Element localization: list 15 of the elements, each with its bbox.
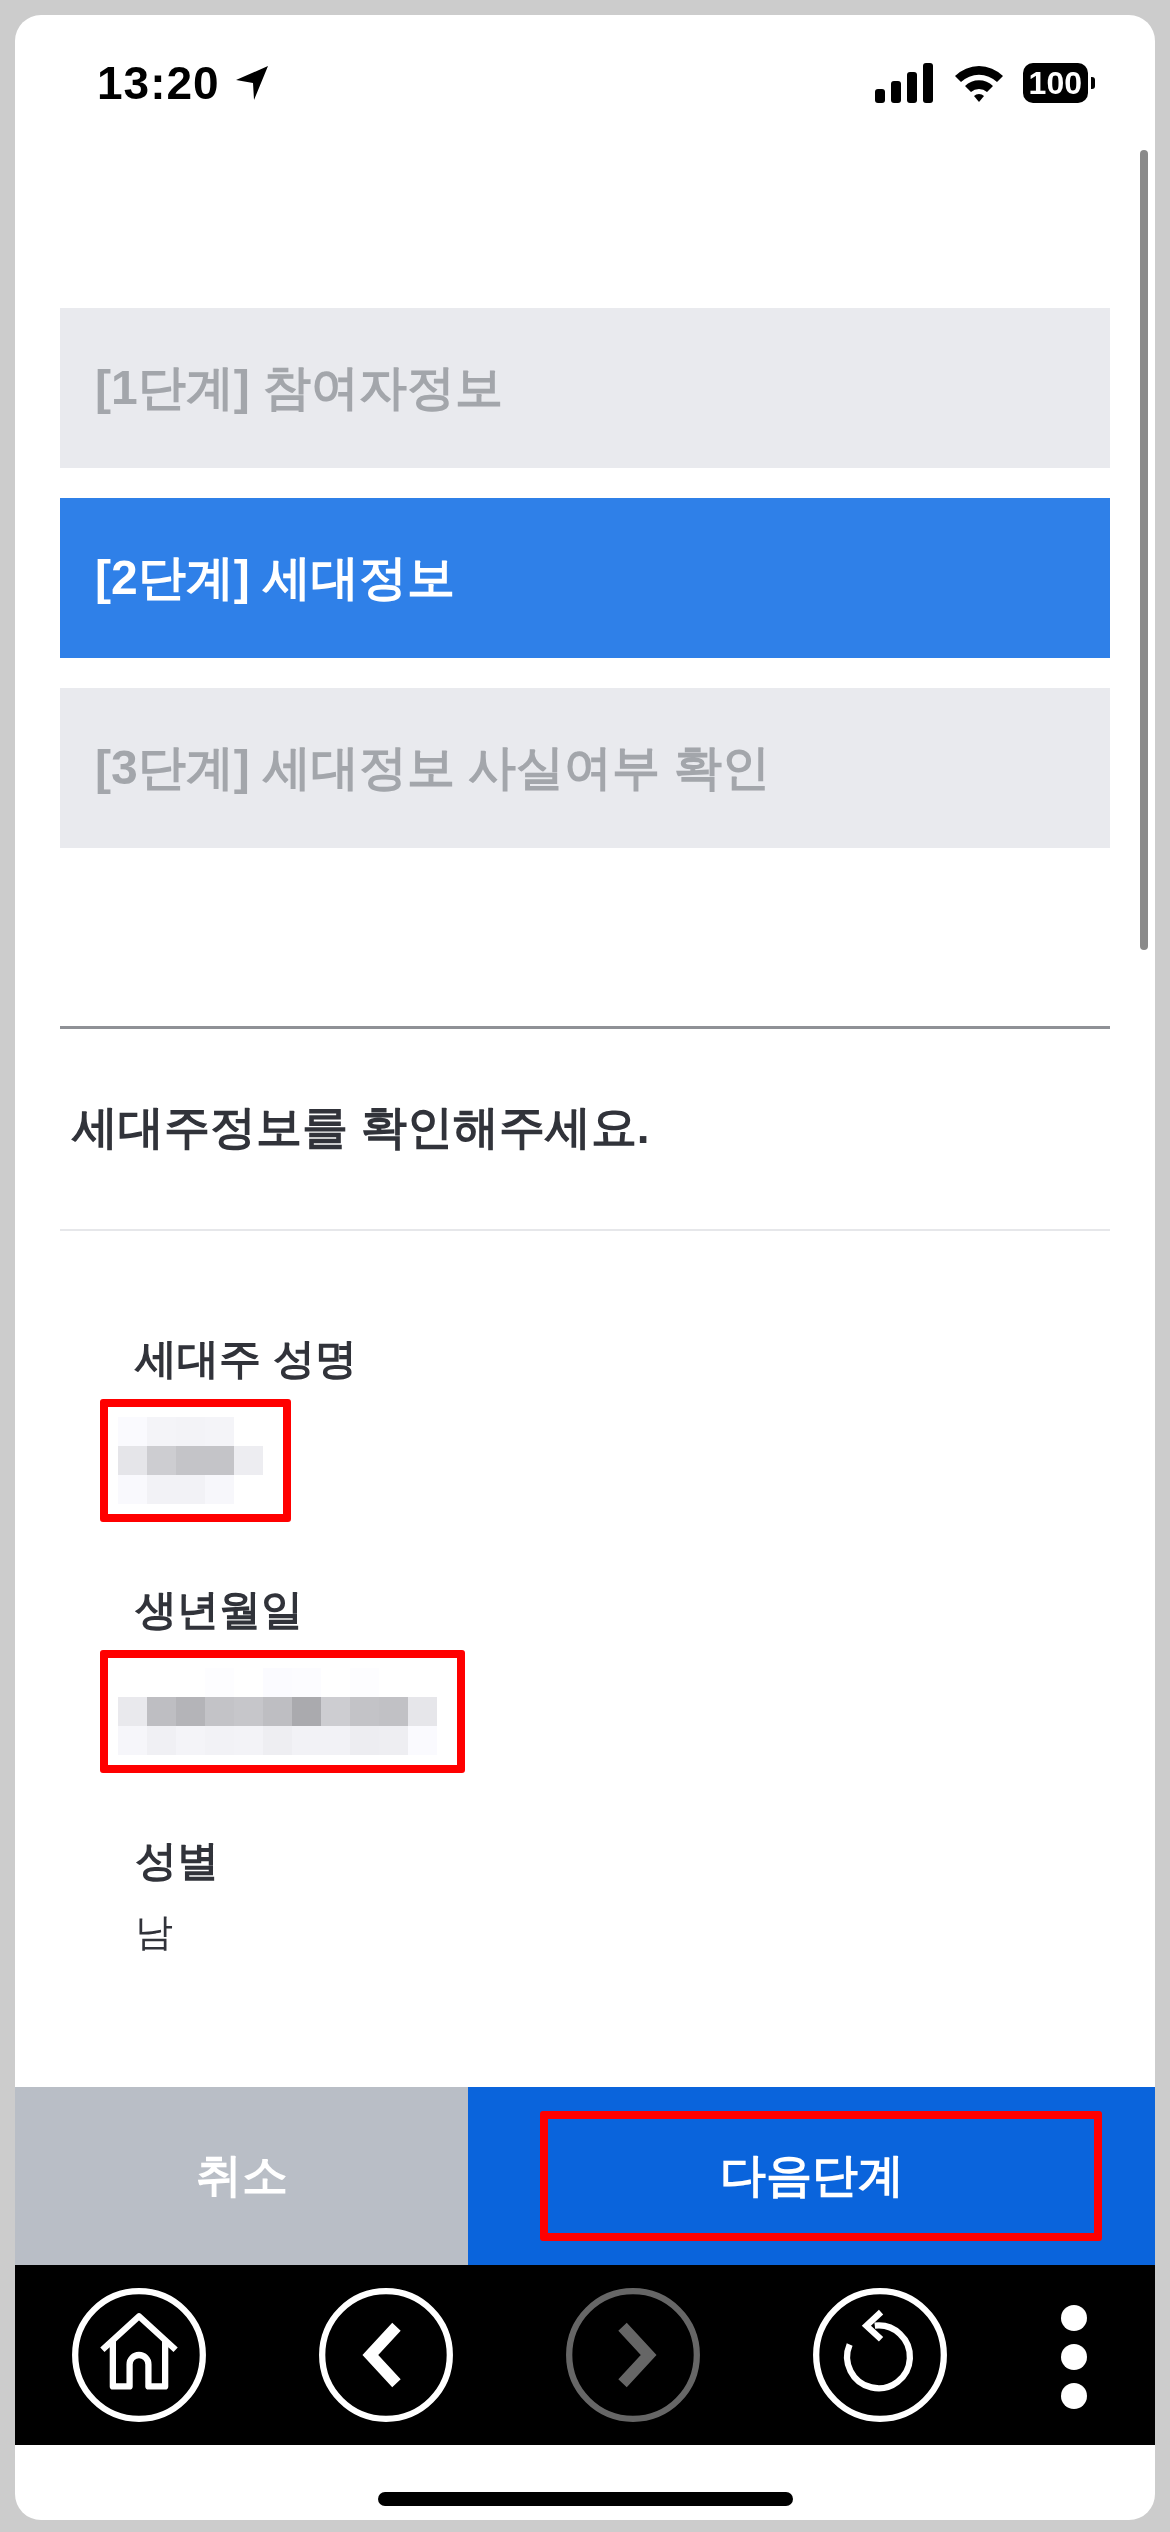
- step-tab[interactable]: [1단계] 참여자정보: [60, 308, 1110, 468]
- step-tab[interactable]: [2단계] 세대정보: [60, 498, 1110, 658]
- field-label: 생년월일: [135, 1585, 303, 1635]
- back-icon[interactable]: [317, 2287, 454, 2423]
- field-label: 성별: [135, 1836, 219, 1886]
- section-heading: 세대주정보를 확인해주세요.: [70, 1100, 651, 1155]
- next-step-button[interactable]: 다음단계: [468, 2087, 1155, 2265]
- home-icon[interactable]: [70, 2287, 207, 2423]
- signal-icon: [874, 62, 935, 103]
- field-value: 남: [135, 1910, 173, 1955]
- clock-time: 13:20: [97, 55, 220, 110]
- step-tab[interactable]: [3단계] 세대정보 사실여부 확인: [60, 688, 1110, 848]
- field-label: 세대주 성명: [135, 1334, 357, 1384]
- reload-icon[interactable]: [812, 2287, 949, 2423]
- cancel-button[interactable]: 취소: [15, 2087, 468, 2265]
